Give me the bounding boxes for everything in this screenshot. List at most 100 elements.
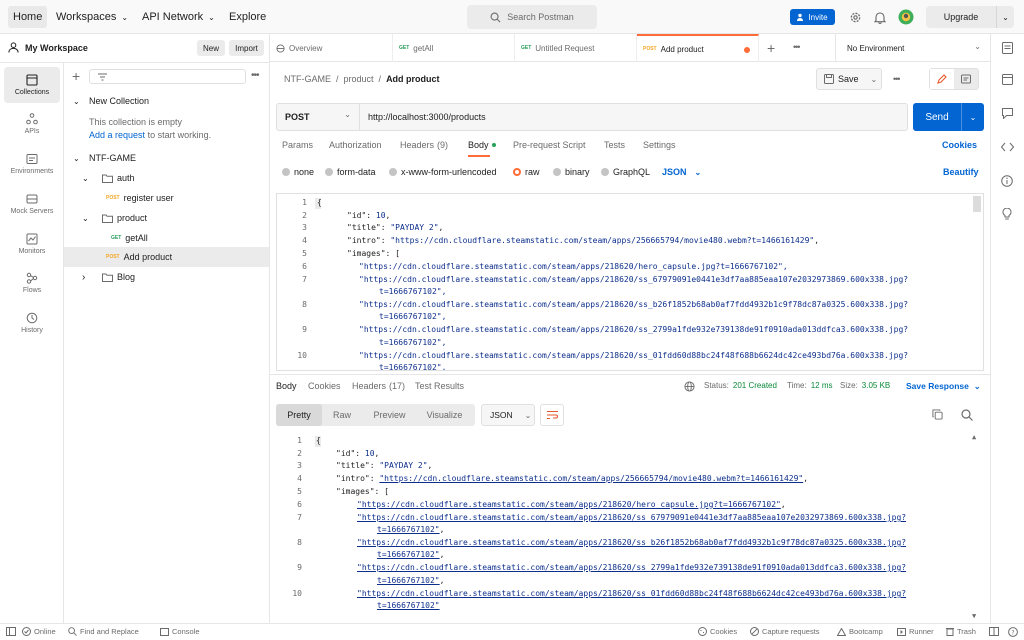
tree-request-add-product[interactable]: POST Add product bbox=[64, 247, 269, 267]
settings-gear-icon[interactable] bbox=[844, 6, 866, 28]
response-scrollbar[interactable]: ▲ ▼ bbox=[972, 433, 978, 622]
rail-collections[interactable]: Collections bbox=[4, 67, 60, 103]
breadcrumb-request[interactable]: Add product bbox=[386, 74, 440, 84]
bootcamp-button[interactable]: Bootcamp bbox=[837, 627, 883, 636]
editor-scrollbar[interactable] bbox=[973, 196, 981, 212]
scroll-up-icon[interactable]: ▲ bbox=[972, 433, 976, 441]
runner-button[interactable]: Runner bbox=[897, 627, 934, 636]
radio-raw[interactable]: raw bbox=[513, 167, 540, 177]
bell-icon[interactable] bbox=[869, 6, 891, 28]
add-collection-icon[interactable]: + bbox=[72, 69, 80, 83]
documentation-icon[interactable] bbox=[954, 69, 978, 89]
tab-params[interactable]: Params bbox=[282, 140, 313, 150]
tree-ntf-game[interactable]: ⌄ NTF-GAME bbox=[64, 148, 269, 168]
view-visualize[interactable]: Visualize bbox=[417, 410, 472, 420]
response-tab-cookies[interactable]: Cookies bbox=[308, 381, 341, 391]
more-options-icon[interactable]: ••• bbox=[251, 70, 259, 81]
globe-icon[interactable] bbox=[684, 381, 695, 392]
comments-icon[interactable] bbox=[1002, 108, 1013, 119]
capture-requests-button[interactable]: Capture requests bbox=[750, 627, 820, 636]
filter-input[interactable] bbox=[89, 69, 246, 84]
view-preview[interactable]: Preview bbox=[362, 410, 417, 420]
response-tab-test-results[interactable]: Test Results bbox=[415, 381, 464, 391]
tab-getall[interactable]: GET getAll bbox=[393, 34, 515, 62]
upgrade-button[interactable]: Upgrade ⌄ bbox=[926, 6, 1014, 28]
tab-overview[interactable]: Overview bbox=[270, 34, 393, 62]
tab-more-icon[interactable]: ••• bbox=[793, 42, 801, 52]
rail-monitors[interactable]: Monitors bbox=[4, 226, 60, 262]
response-tab-headers[interactable]: Headers (17) bbox=[352, 381, 405, 391]
response-tab-body[interactable]: Body bbox=[276, 381, 297, 391]
cookies-link[interactable]: Cookies bbox=[942, 140, 977, 150]
response-body-viewer[interactable]: 1 2 3 4 5 6 7 8 9 10 { "id": 10, "title"… bbox=[270, 433, 986, 622]
layout-icon[interactable] bbox=[989, 627, 999, 636]
breadcrumb-collection[interactable]: NTF-GAME bbox=[284, 74, 331, 84]
tab-prerequest[interactable]: Pre-request Script bbox=[513, 140, 586, 150]
online-status[interactable]: Online bbox=[22, 627, 56, 636]
tree-folder-product[interactable]: ⌄ product bbox=[64, 208, 269, 228]
cookies-button[interactable]: Cookies bbox=[698, 627, 737, 636]
radio-urlencoded[interactable]: x-www-form-urlencoded bbox=[389, 167, 497, 177]
new-button[interactable]: New bbox=[197, 40, 225, 56]
help-icon[interactable]: ? bbox=[1008, 627, 1018, 637]
search-input[interactable]: Search Postman bbox=[467, 5, 597, 29]
view-raw[interactable]: Raw bbox=[322, 410, 362, 420]
environment-select[interactable]: No Environment ⌄ bbox=[835, 34, 990, 62]
console-button[interactable]: Console bbox=[160, 627, 200, 636]
api-network-menu[interactable]: API Network ⌄ bbox=[137, 6, 220, 28]
radio-binary[interactable]: binary bbox=[553, 167, 590, 177]
rail-mock-servers[interactable]: Mock Servers bbox=[4, 186, 60, 222]
radio-graphql[interactable]: GraphQL bbox=[601, 167, 650, 177]
request-body-editor[interactable]: 1 2 3 4 5 6 7 8 9 10 { "id": 10, "title"… bbox=[276, 193, 984, 371]
code-snippet-icon[interactable] bbox=[1001, 142, 1014, 152]
save-button[interactable]: Save ⌄ bbox=[816, 68, 882, 90]
toggle-sidebar-icon[interactable] bbox=[6, 627, 16, 636]
radio-none[interactable]: none bbox=[282, 167, 314, 177]
method-select[interactable]: POST ⌄ bbox=[277, 104, 360, 130]
tree-folder-blog[interactable]: › Blog bbox=[64, 267, 269, 287]
tab-body[interactable]: Body bbox=[468, 140, 496, 150]
rail-history[interactable]: History bbox=[4, 305, 60, 341]
rail-apis[interactable]: APIs bbox=[4, 106, 60, 142]
send-button[interactable]: Send ⌄ bbox=[913, 103, 984, 131]
response-format-select[interactable]: JSON ⌄ bbox=[481, 404, 535, 426]
scroll-down-icon[interactable]: ▼ bbox=[972, 612, 976, 620]
request-more-icon[interactable]: ••• bbox=[893, 74, 901, 84]
info-icon[interactable] bbox=[1001, 175, 1013, 187]
tree-folder-auth[interactable]: ⌄ auth bbox=[64, 168, 269, 188]
trash-button[interactable]: Trash bbox=[946, 627, 976, 636]
radio-form-data[interactable]: form-data bbox=[325, 167, 376, 177]
tree-request-getall[interactable]: GET getAll bbox=[64, 228, 269, 248]
rail-environments[interactable]: Environments bbox=[4, 146, 60, 182]
home-button[interactable]: Home bbox=[8, 6, 48, 28]
explore-link[interactable]: Explore bbox=[224, 6, 271, 28]
workspace-editor-icon[interactable] bbox=[1002, 74, 1013, 85]
invite-button[interactable]: Invite bbox=[790, 9, 835, 25]
search-icon[interactable] bbox=[961, 409, 973, 421]
beautify-link[interactable]: Beautify bbox=[943, 167, 979, 177]
avatar[interactable] bbox=[895, 6, 917, 28]
lightbulb-icon[interactable] bbox=[1002, 208, 1012, 220]
wrap-lines-icon[interactable] bbox=[540, 404, 564, 426]
url-input[interactable]: http://localhost:3000/products bbox=[368, 112, 486, 122]
tab-tests[interactable]: Tests bbox=[604, 140, 625, 150]
tree-new-collection[interactable]: ⌄ New Collection bbox=[64, 91, 269, 111]
tab-authorization[interactable]: Authorization bbox=[329, 140, 382, 150]
rail-flows[interactable]: Flows bbox=[4, 265, 60, 301]
workspaces-menu[interactable]: Workspaces ⌄ bbox=[51, 6, 133, 28]
body-format-select[interactable]: JSON ⌄ bbox=[662, 167, 701, 177]
tab-headers[interactable]: Headers (9) bbox=[400, 140, 448, 150]
add-request-link[interactable]: Add a request bbox=[89, 130, 145, 140]
tab-settings[interactable]: Settings bbox=[643, 140, 676, 150]
find-replace-button[interactable]: Find and Replace bbox=[68, 627, 139, 636]
tree-request-register-user[interactable]: POST register user bbox=[64, 188, 269, 208]
breadcrumb-folder[interactable]: product bbox=[344, 74, 374, 84]
copy-icon[interactable] bbox=[932, 409, 943, 420]
tab-add-product[interactable]: POST Add product bbox=[637, 34, 759, 62]
view-pretty[interactable]: Pretty bbox=[276, 404, 322, 426]
documentation-icon[interactable] bbox=[1002, 42, 1013, 54]
import-button[interactable]: Import bbox=[229, 40, 264, 56]
save-response-button[interactable]: Save Response ⌄ bbox=[906, 381, 981, 391]
edit-pencil-icon[interactable] bbox=[930, 69, 954, 89]
new-tab-icon[interactable]: + bbox=[767, 40, 775, 56]
